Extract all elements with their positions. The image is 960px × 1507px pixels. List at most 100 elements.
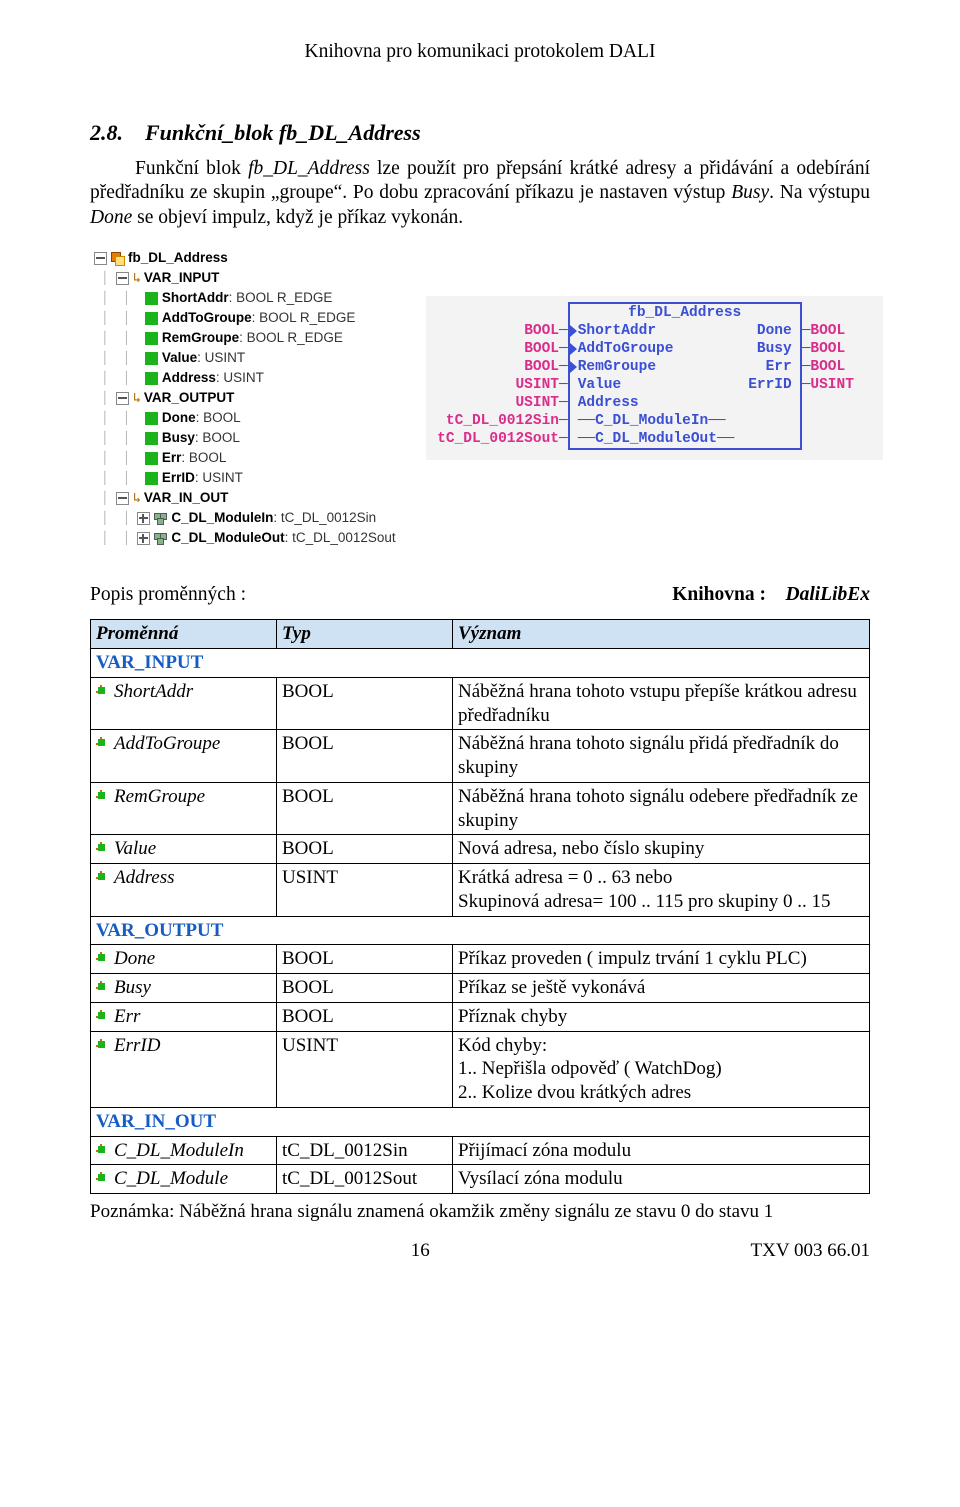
table-type: BOOL	[277, 730, 453, 783]
expand-icon	[137, 532, 150, 545]
variable-bullet-icon	[96, 842, 108, 854]
variable-icon	[145, 312, 158, 325]
table-desc: Vysílací zóna modulu	[453, 1165, 870, 1194]
table-type: USINT	[277, 1031, 453, 1107]
variable-icon	[145, 412, 158, 425]
table-var: Address	[91, 864, 277, 917]
struct-icon	[154, 533, 167, 544]
fb-left-types: BOOL─BOOL─BOOL─USINT─USINT─tC_DL_0012Sin…	[434, 322, 568, 450]
col-type: Typ	[277, 620, 453, 649]
page-footer: 16 TXV 003 66.01	[90, 1239, 870, 1263]
table-type: BOOL	[277, 945, 453, 974]
variable-bullet-icon	[96, 952, 108, 964]
fb-box: ShortAddrDoneAddToGroupeBusyRemGroupeErr…	[568, 322, 802, 450]
table-type: tC_DL_0012Sout	[277, 1165, 453, 1194]
function-block-icon	[111, 252, 124, 265]
variables-table: Proměnná Typ Význam VAR_INPUTShortAddrBO…	[90, 619, 870, 1194]
variable-icon	[145, 472, 158, 485]
variable-icon	[145, 352, 158, 365]
collapse-icon	[116, 492, 129, 505]
fb-port-out: Err	[766, 359, 792, 375]
variable-bullet-icon	[96, 790, 108, 802]
table-caption-left: Popis proměnných :	[90, 583, 246, 607]
document-code: TXV 003 66.01	[751, 1239, 870, 1263]
table-var: RemGroupe	[91, 782, 277, 835]
table-type: BOOL	[277, 782, 453, 835]
col-meaning: Význam	[453, 620, 870, 649]
table-var: Err	[91, 1002, 277, 1031]
table-type: BOOL	[277, 1002, 453, 1031]
variable-icon	[145, 332, 158, 345]
variable-icon	[145, 432, 158, 445]
table-desc: Příkaz se ještě vykonává	[453, 974, 870, 1003]
io-arrow-icon: ↳	[133, 488, 141, 508]
variable-bullet-icon	[96, 1039, 108, 1051]
variable-bullet-icon	[96, 1144, 108, 1156]
table-desc: Náběžná hrana tohoto signálu odebere pře…	[453, 782, 870, 835]
table-type: tC_DL_0012Sin	[277, 1136, 453, 1165]
diagram-area: fb_DL_Address │ ↳VAR_INPUT │ │ ShortAddr…	[90, 248, 870, 548]
variable-bullet-icon	[96, 981, 108, 993]
table-var: ErrID	[91, 1031, 277, 1107]
variable-bullet-icon	[96, 737, 108, 749]
variable-bullet-icon	[96, 871, 108, 883]
table-var: Busy	[91, 974, 277, 1003]
edge-trigger-icon	[570, 325, 577, 337]
table-desc: Příkaz proveden ( impulz trvání 1 cyklu …	[453, 945, 870, 974]
table-desc: Nová adresa, nebo číslo skupiny	[453, 835, 870, 864]
variable-icon	[145, 372, 158, 385]
variable-icon	[145, 452, 158, 465]
section-number: 2.8.	[90, 120, 123, 145]
table-desc: Náběžná hrana tohoto vstupu přepíše krát…	[453, 677, 870, 730]
fb-title: fb_DL_Address	[568, 302, 802, 322]
section-title: Funkční_blok fb_DL_Address	[145, 120, 421, 145]
table-type: BOOL	[277, 974, 453, 1003]
table-desc: Náběžná hrana tohoto signálu přidá předř…	[453, 730, 870, 783]
section-body: Funkční blok fb_DL_Address lze použít pr…	[90, 157, 870, 230]
library-label: Knihovna :	[672, 584, 766, 605]
col-variable: Proměnná	[91, 620, 277, 649]
fb-port-out: Done	[757, 323, 792, 339]
fb-right-types: ─BOOL─BOOL─BOOL─USINT	[802, 322, 875, 450]
fb-block-diagram: fb_DL_AddressBOOL─BOOL─BOOL─USINT─USINT─…	[426, 296, 883, 460]
table-desc: Přijímací zóna modulu	[453, 1136, 870, 1165]
fb-port-out: ErrID	[748, 377, 792, 393]
library-name: DaliLibEx	[785, 584, 870, 605]
table-type: USINT	[277, 864, 453, 917]
page-number: 16	[411, 1239, 430, 1263]
variable-tree: fb_DL_Address │ ↳VAR_INPUT │ │ ShortAddr…	[90, 248, 396, 548]
expand-icon	[137, 512, 150, 525]
fb-bus-port: C_DL_ModuleOut	[595, 431, 717, 447]
table-section: VAR_INPUT	[91, 649, 870, 678]
table-section: VAR_OUTPUT	[91, 916, 870, 945]
table-var: ShortAddr	[91, 677, 277, 730]
edge-trigger-icon	[570, 361, 577, 373]
variable-bullet-icon	[96, 1010, 108, 1022]
section-heading: 2.8. Funkční_blok fb_DL_Address	[90, 119, 870, 147]
fb-port-in: ShortAddr	[578, 323, 656, 339]
table-type: BOOL	[277, 677, 453, 730]
table-footnote: Poznámka: Náběžná hrana signálu znamená …	[90, 1200, 870, 1224]
table-var: C_DL_Module	[91, 1165, 277, 1194]
fb-port-in: RemGroupe	[578, 359, 656, 375]
table-type: BOOL	[277, 835, 453, 864]
table-section: VAR_IN_OUT	[91, 1107, 870, 1136]
collapse-icon	[116, 272, 129, 285]
collapse-icon	[116, 392, 129, 405]
struct-icon	[154, 513, 167, 524]
table-desc: Příznak chyby	[453, 1002, 870, 1031]
variable-bullet-icon	[96, 685, 108, 697]
variable-icon	[145, 292, 158, 305]
table-var: C_DL_ModuleIn	[91, 1136, 277, 1165]
page-header: Knihovna pro komunikaci protokolem DALI	[90, 40, 870, 64]
table-desc: Kód chyby:1.. Nepřišla odpověď ( WatchDo…	[453, 1031, 870, 1107]
fb-port-in: Address	[578, 395, 639, 411]
fb-port-in: Value	[578, 377, 622, 393]
table-var: Value	[91, 835, 277, 864]
table-desc: Krátká adresa = 0 .. 63 neboSkupinová ad…	[453, 864, 870, 917]
table-var: Done	[91, 945, 277, 974]
fb-port-in: AddToGroupe	[578, 341, 674, 357]
io-arrow-icon: ↳	[133, 268, 141, 288]
fb-bus-port: C_DL_ModuleIn	[595, 413, 708, 429]
io-arrow-icon: ↳	[133, 388, 141, 408]
